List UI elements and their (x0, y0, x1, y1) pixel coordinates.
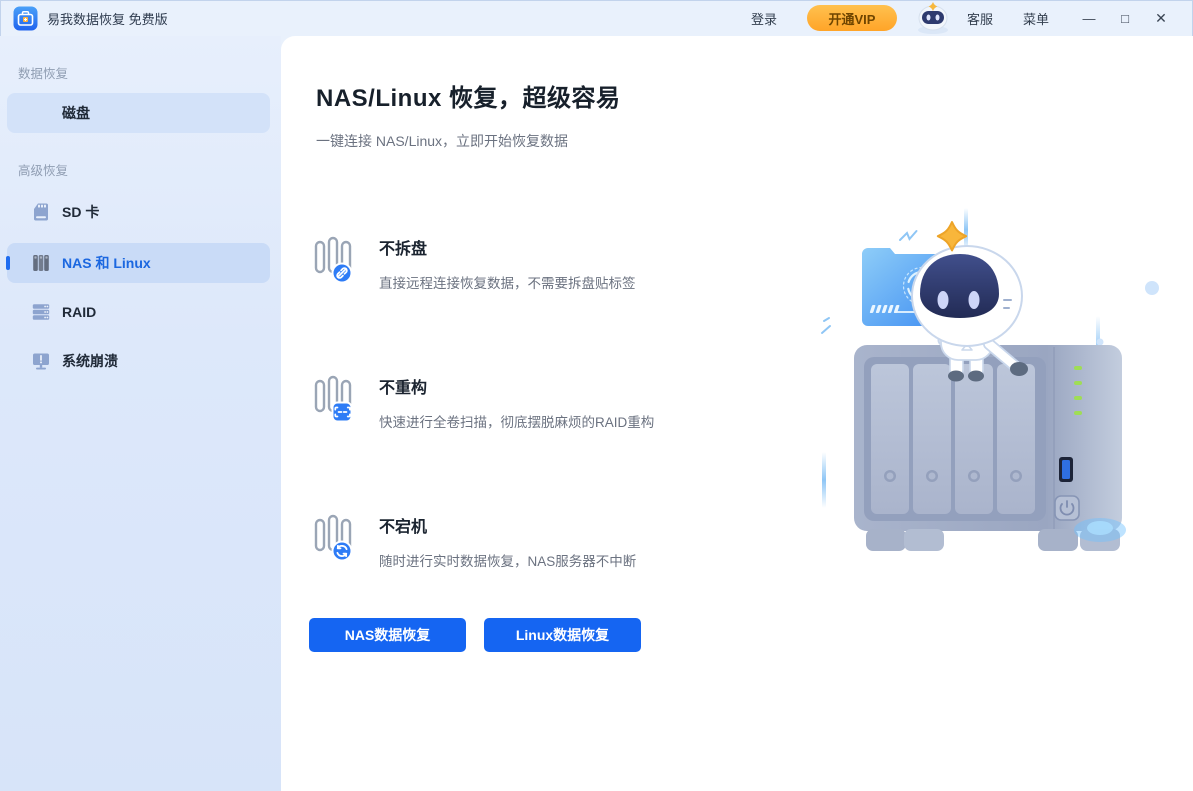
sidebar-item-disk[interactable]: 磁盘 (7, 93, 270, 133)
feature-no-disassembly: 不拆盘 直接远程连接恢复数据，不需要拆盘贴标签 (313, 234, 753, 292)
feature-description: 直接远程连接恢复数据，不需要拆盘贴标签 (379, 272, 636, 292)
linux-recovery-button[interactable]: Linux数据恢复 (484, 618, 641, 652)
feature-title: 不重构 (379, 373, 654, 398)
drives-sync-icon (313, 512, 355, 564)
app-window: { "titlebar": { "app_title": "易我数据恢复 免费版… (0, 0, 1193, 791)
sidebar-item-label: 系统崩溃 (62, 351, 118, 371)
drives-scan-icon (313, 373, 355, 425)
feature-description: 随时进行实时数据恢复，NAS服务器不中断 (379, 550, 636, 570)
feature-no-downtime: 不宕机 随时进行实时数据恢复，NAS服务器不中断 (313, 512, 753, 570)
robot-mascot-icon[interactable] (911, 2, 955, 34)
power-button (1055, 496, 1079, 520)
sidebar-section-advanced-recovery: 高级恢复 (18, 160, 281, 179)
feature-text: 不拆盘 直接远程连接恢复数据，不需要拆盘贴标签 (379, 234, 636, 292)
page-title: NAS/Linux 恢复，超级容易 (316, 78, 621, 113)
sidebar-item-raid[interactable]: RAID (7, 292, 270, 332)
page-subtitle: 一键连接 NAS/Linux，立即开始恢复数据 (316, 131, 568, 151)
sidebar-section-data-recovery: 数据恢复 (18, 63, 281, 82)
feature-title: 不拆盘 (379, 234, 636, 259)
sidebar: 数据恢复 磁盘 高级恢复 SD 卡 NAS 和 Linux (0, 36, 281, 791)
feature-text: 不宕机 随时进行实时数据恢复，NAS服务器不中断 (379, 512, 636, 570)
action-buttons: NAS数据恢复 Linux数据恢复 (309, 618, 641, 652)
maximize-button[interactable]: □ (1107, 3, 1143, 33)
nas-device (854, 345, 1126, 551)
feature-title: 不宕机 (379, 512, 636, 537)
feature-list: 不拆盘 直接远程连接恢复数据，不需要拆盘贴标签 不重构 快速进行全卷扫描，彻底摆… (313, 234, 753, 651)
nas-illustration (800, 204, 1175, 599)
sidebar-item-system-crash[interactable]: 系统崩溃 (7, 341, 270, 381)
sidebar-item-label: RAID (62, 304, 96, 320)
main-panel: NAS/Linux 恢复，超级容易 一键连接 NAS/Linux，立即开始恢复数… (281, 36, 1193, 791)
system-crash-monitor-icon (30, 350, 52, 372)
menu-link[interactable]: 菜单 (1023, 9, 1049, 28)
sidebar-item-label: SD 卡 (62, 202, 99, 222)
customer-service-link[interactable]: 客服 (967, 9, 993, 28)
spark-glyph (900, 231, 917, 240)
sidebar-item-label: NAS 和 Linux (62, 253, 151, 273)
raid-stack-icon (30, 301, 52, 323)
nas-drives-icon (30, 252, 52, 274)
titlebar: 易我数据恢复 免费版 登录 开通VIP 客服 菜单 — □ ✕ (0, 0, 1193, 36)
close-button[interactable]: ✕ (1143, 3, 1179, 33)
feature-text: 不重构 快速进行全卷扫描，彻底摆脱麻烦的RAID重构 (379, 373, 654, 431)
sidebar-item-nas-linux[interactable]: NAS 和 Linux (7, 243, 270, 283)
app-logo-toolbox-icon (13, 6, 38, 31)
sidebar-item-sd-card[interactable]: SD 卡 (7, 190, 270, 234)
vip-upgrade-button[interactable]: 开通VIP (807, 5, 897, 31)
login-link[interactable]: 登录 (751, 9, 777, 28)
drives-link-icon (313, 234, 355, 286)
feature-no-rebuild: 不重构 快速进行全卷扫描，彻底摆脱麻烦的RAID重构 (313, 373, 753, 431)
sd-card-icon (30, 201, 52, 223)
titlebar-right: 登录 开通VIP 客服 菜单 — □ ✕ (751, 2, 1179, 34)
feature-description: 快速进行全卷扫描，彻底摆脱麻烦的RAID重构 (379, 411, 654, 431)
minimize-button[interactable]: — (1071, 3, 1107, 33)
sidebar-item-label: 磁盘 (62, 103, 90, 123)
nas-recovery-button[interactable]: NAS数据恢复 (309, 618, 466, 652)
app-title: 易我数据恢复 免费版 (47, 9, 168, 28)
